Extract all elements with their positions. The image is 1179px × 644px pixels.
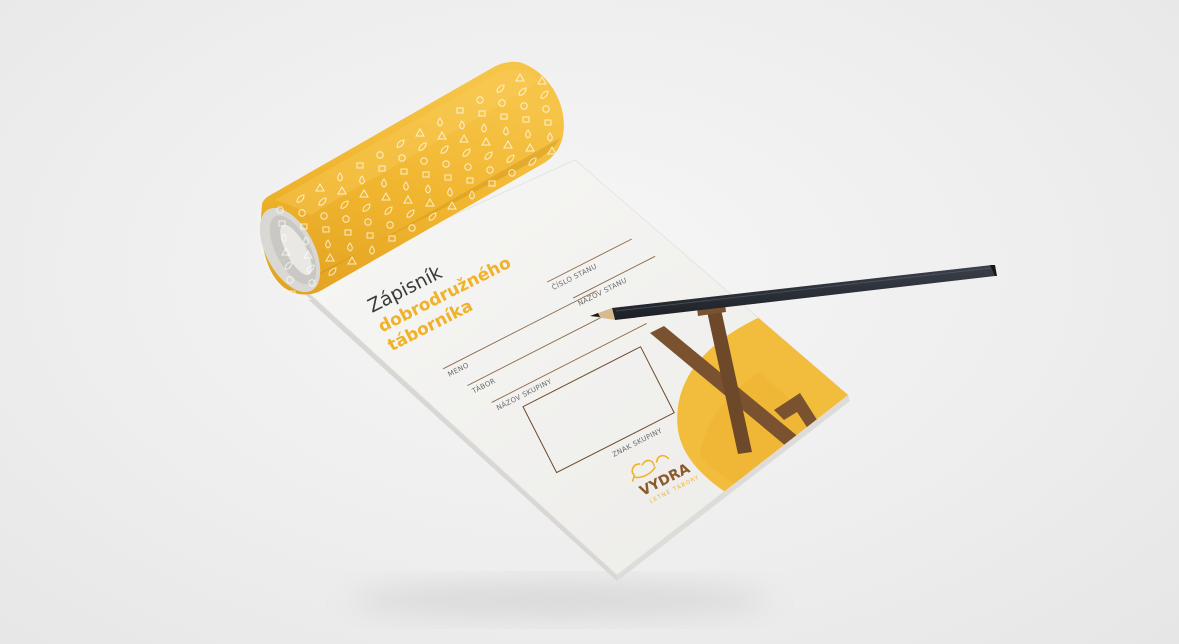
notebook-mockup: Zápisník dobrodružného táborníka MENO TÁ… [257, 61, 997, 618]
floor-shadow [350, 582, 770, 618]
pattern-icon [537, 62, 543, 72]
mockup-scene: Zápisník dobrodružného táborníka MENO TÁ… [0, 0, 1179, 644]
